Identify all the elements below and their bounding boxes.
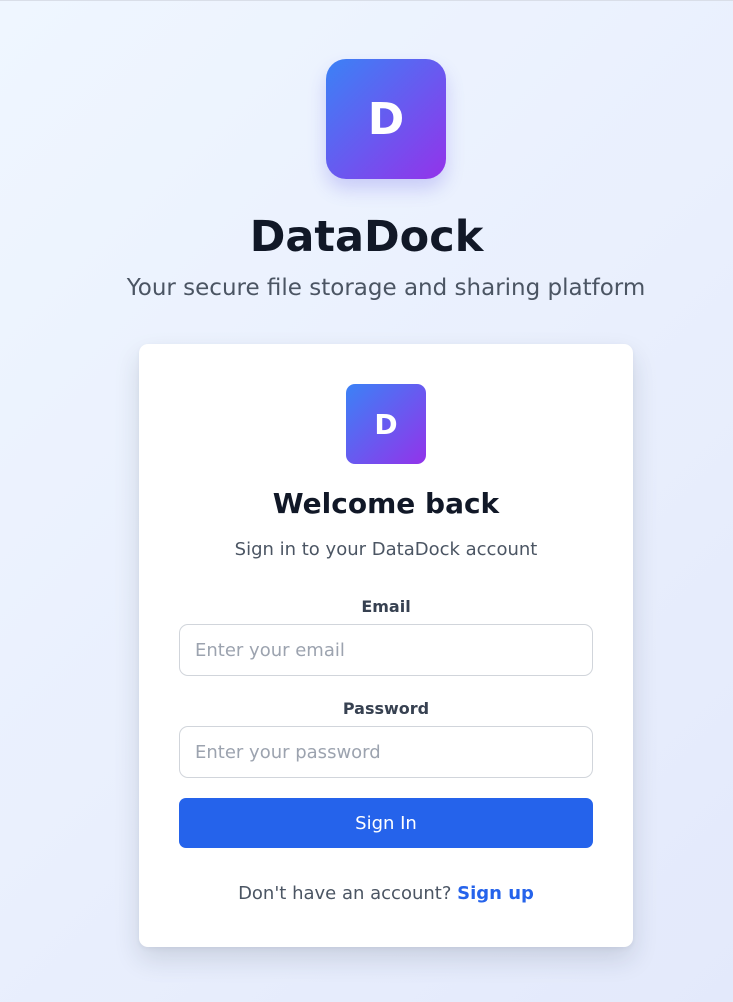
sign-in-button[interactable]: Sign In [179, 798, 593, 848]
email-field[interactable] [179, 624, 593, 676]
password-field[interactable] [179, 726, 593, 778]
login-card: D Welcome back Sign in to your DataDock … [139, 344, 633, 947]
card-logo-letter: D [374, 407, 398, 441]
card-logo: D [346, 384, 426, 464]
brand-logo-letter: D [367, 93, 405, 145]
password-label: Password [342, 699, 430, 718]
tagline: Your secure file storage and sharing pla… [126, 275, 646, 301]
signin-subtitle: Sign in to your DataDock account [234, 539, 538, 560]
signup-prompt: Don't have an account? [238, 883, 452, 904]
app-name: DataDock [249, 212, 484, 262]
sign-up-link[interactable]: Sign up [457, 883, 534, 904]
welcome-heading: Welcome back [272, 487, 500, 520]
signup-row: Don't have an account? Sign up [139, 880, 633, 908]
email-label: Email [361, 597, 411, 616]
brand-logo: D [326, 59, 446, 179]
